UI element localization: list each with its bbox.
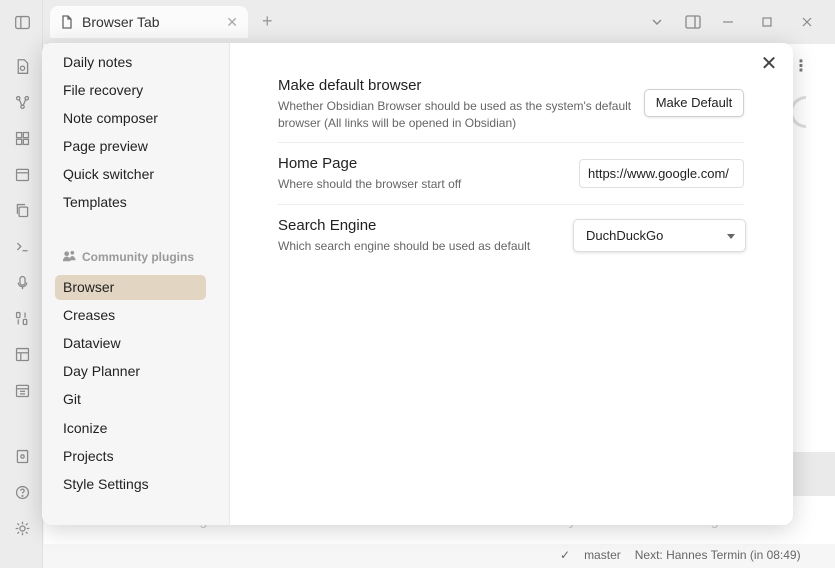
sidebar-item-day-planner[interactable]: Day Planner [55, 359, 206, 384]
sidebar-item-projects[interactable]: Projects [55, 444, 206, 469]
settings-modal: Daily notes File recovery Note composer … [42, 43, 793, 525]
terminal-icon[interactable] [12, 236, 32, 256]
divider [278, 204, 744, 205]
document-icon [62, 15, 72, 29]
left-ribbon [0, 0, 43, 568]
help-icon[interactable] [12, 482, 32, 502]
minimize-icon[interactable] [718, 12, 738, 32]
tab-title: Browser Tab [82, 14, 160, 30]
next-event[interactable]: Next: Hannes Termin (in 08:49) [635, 548, 801, 562]
community-heading-label: Community plugins [82, 249, 194, 264]
calendar-icon[interactable] [12, 164, 32, 184]
sidebar-item-browser[interactable]: Browser [55, 275, 206, 300]
home-page-input[interactable] [579, 159, 744, 188]
sidebar-item-git[interactable]: Git [55, 387, 206, 412]
sidebar-item-dataview[interactable]: Dataview [55, 331, 206, 356]
setting-description: Whether Obsidian Browser should be used … [278, 99, 632, 130]
right-sidebar-toggle-icon[interactable] [683, 12, 703, 32]
window-close-icon[interactable] [797, 12, 817, 32]
sidebar-item-file-recovery[interactable]: File recovery [55, 78, 206, 103]
tab-list-chevron-icon[interactable] [647, 12, 667, 32]
sidebar-item-creases[interactable]: Creases [55, 303, 206, 328]
status-bar: ✓ master Next: Hannes Termin (in 08:49) [560, 548, 801, 562]
sidebar-toggle-icon[interactable] [12, 12, 32, 32]
settings-gear-icon[interactable] [12, 518, 32, 538]
vault-icon[interactable] [12, 446, 32, 466]
sidebar-item-iconize[interactable]: Iconize [55, 416, 206, 441]
maximize-icon[interactable] [757, 12, 777, 32]
sidebar-item-daily-notes[interactable]: Daily notes [55, 50, 206, 75]
selected-value: DuchDuckGo [586, 228, 664, 243]
graph-icon[interactable] [12, 92, 32, 112]
sidebar-item-style-settings[interactable]: Style Settings [55, 472, 206, 497]
copy-icon[interactable] [12, 200, 32, 220]
background-panel [790, 452, 835, 496]
new-tab-icon[interactable]: + [262, 11, 273, 32]
sidebar-item-quick-switcher[interactable]: Quick switcher [55, 162, 206, 187]
more-options-icon[interactable]: ⋮ [793, 56, 809, 76]
browser-tab[interactable]: Browser Tab ✕ [50, 6, 248, 38]
tab-close-icon[interactable]: ✕ [226, 14, 238, 31]
community-plugins-heading: Community plugins [62, 249, 194, 264]
modal-close-icon[interactable]: ✕ [760, 54, 778, 74]
git-branch[interactable]: master [584, 548, 621, 562]
calendar-days-icon[interactable] [12, 380, 32, 400]
make-default-button[interactable]: Make Default [644, 89, 744, 117]
divider [278, 142, 744, 143]
community-icon [62, 250, 76, 262]
canvas-icon[interactable] [12, 128, 32, 148]
sync-check-icon: ✓ [560, 548, 571, 562]
sidebar-item-note-composer[interactable]: Note composer [55, 106, 206, 131]
search-engine-dropdown[interactable]: DuchDuckGo [573, 219, 746, 252]
sidebar-item-templates[interactable]: Templates [55, 190, 206, 215]
sidebar-item-page-preview[interactable]: Page preview [55, 134, 206, 159]
binary-icon[interactable] [12, 308, 32, 328]
chevron-down-icon [727, 234, 735, 239]
microphone-icon[interactable] [12, 272, 32, 292]
search-file-icon[interactable] [12, 56, 32, 76]
settings-sidebar: Daily notes File recovery Note composer … [42, 43, 230, 525]
layout-icon[interactable] [12, 344, 32, 364]
